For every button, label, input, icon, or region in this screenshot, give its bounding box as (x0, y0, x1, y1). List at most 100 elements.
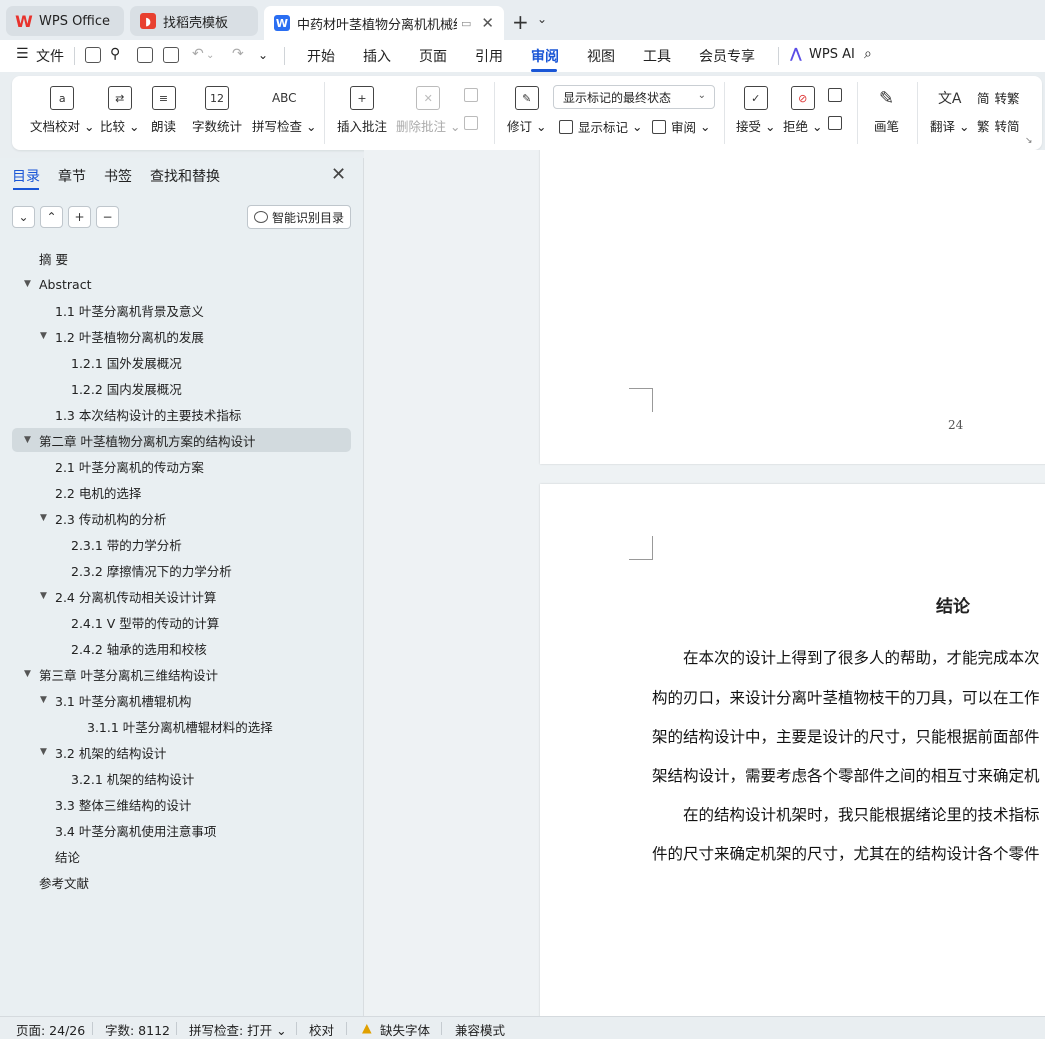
toc-item[interactable]: 2.3.1 带的力学分析 (71, 532, 182, 556)
expand-arrow-icon[interactable]: ▼ (40, 591, 47, 601)
compat-mode-indicator[interactable]: 兼容模式 (455, 1020, 505, 1039)
word-count-button[interactable]: 12 字数统计 (192, 86, 242, 135)
show-markup-button[interactable]: 显示标记 ⌄ (559, 117, 642, 136)
toc-item[interactable]: ▼ Abstract (24, 272, 91, 296)
menu-reference[interactable]: 引用 (475, 46, 503, 66)
expand-up-button[interactable]: ⌃ (40, 206, 63, 228)
toc-item[interactable]: 1.1 叶茎分离机背景及意义 (55, 298, 204, 322)
menu-page[interactable]: 页面 (419, 46, 447, 66)
menu-file[interactable]: 文件 (36, 46, 64, 66)
toc-item[interactable]: 2.4.2 轴承的选用和校核 (71, 636, 207, 660)
tab-template[interactable]: ◗ 找稻壳模板 (130, 6, 258, 36)
toc-item[interactable]: 2.1 叶茎分离机的传动方案 (55, 454, 204, 478)
expand-arrow-icon[interactable]: ▼ (24, 279, 31, 289)
next-comment-icon[interactable] (464, 116, 483, 130)
chevron-down-icon[interactable]: ⌄ (258, 48, 268, 62)
toc-item[interactable]: 参考文献 (39, 870, 89, 894)
menu-wps-ai[interactable]: WPS AI (809, 47, 855, 62)
proof-indicator[interactable]: 校对 (309, 1020, 334, 1039)
save-icon[interactable] (85, 47, 101, 63)
markup-state-select[interactable]: 显示标记的最终状态 ⌄ (553, 85, 715, 109)
accept-button[interactable]: ✓ 接受 ⌄ (736, 86, 775, 135)
toc-item[interactable]: 2.3.2 摩擦情况下的力学分析 (71, 558, 232, 582)
menu-membership[interactable]: 会员专享 (699, 46, 755, 66)
toc-item[interactable]: 3.3 整体三维结构的设计 (55, 792, 191, 816)
toc-item[interactable]: 3.1.1 叶茎分离机槽辊材料的选择 (87, 714, 273, 738)
tab-bookmarks[interactable]: 书签 (104, 166, 132, 186)
toc-item[interactable]: ▼ 3.2 机架的结构设计 (40, 740, 166, 764)
toc-item[interactable]: 摘 要 (39, 246, 68, 270)
toc-item[interactable]: 2.2 电机的选择 (55, 480, 141, 504)
smart-toc-button[interactable]: 智能识别目录 (247, 205, 351, 229)
review-pane-button[interactable]: 审阅 ⌄ (652, 117, 710, 136)
expand-arrow-icon[interactable]: ▼ (24, 435, 31, 445)
collapse-all-button[interactable]: ⌄ (12, 206, 35, 228)
close-panel-icon[interactable]: ✕ (331, 164, 346, 185)
reject-button[interactable]: ⊘ 拒绝 ⌄ (783, 86, 822, 135)
search-icon[interactable]: ⌕ (864, 46, 872, 62)
hamburger-icon[interactable]: ☰ (16, 46, 29, 62)
undo-icon[interactable]: ↶ (192, 46, 204, 62)
print-icon[interactable] (137, 47, 153, 63)
chevron-down-icon[interactable]: ⌄ (206, 50, 214, 61)
spell-check-indicator[interactable]: 拼写检查: 打开 ⌄ (189, 1020, 287, 1039)
menu-start[interactable]: 开始 (307, 46, 335, 66)
remove-heading-button[interactable]: − (96, 206, 119, 228)
ribbon-expand-icon[interactable]: ↘ (1025, 136, 1033, 146)
expand-arrow-icon[interactable]: ▼ (40, 695, 47, 705)
expand-arrow-icon[interactable]: ▼ (40, 747, 47, 757)
previous-change-icon[interactable] (828, 88, 847, 102)
wps-ai-icon[interactable]: ⋀ (790, 46, 802, 62)
toc-item[interactable]: ▼ 2.3 传动机构的分析 (40, 506, 166, 530)
new-tab-icon[interactable]: + (512, 10, 529, 34)
translate-button[interactable]: 文A 翻译 ⌄ (930, 86, 969, 135)
close-tab-icon[interactable]: ✕ (481, 14, 494, 32)
ink-button[interactable]: ✎ 画笔 (874, 86, 899, 135)
toc-item[interactable]: 1.2.1 国外发展概况 (71, 350, 182, 374)
expand-arrow-icon[interactable]: ▼ (24, 669, 31, 679)
toc-item[interactable]: 1.2.2 国内发展概况 (71, 376, 182, 400)
tab-find-replace[interactable]: 查找和替换 (150, 166, 220, 186)
track-changes-button[interactable]: ✎ 修订 ⌄ (507, 86, 546, 135)
missing-font-indicator[interactable]: 缺失字体 (380, 1020, 430, 1039)
tab-wps-office[interactable]: W WPS Office (6, 6, 124, 36)
delete-comment-button[interactable]: ✕ 删除批注 ⌄ (396, 86, 460, 135)
compare-button[interactable]: ⇄ 比较 ⌄ (100, 86, 139, 135)
toc-item[interactable]: 3.4 叶茎分离机使用注意事项 (55, 818, 216, 842)
toc-item[interactable]: ▼ 第二章 叶茎植物分离机方案的结构设计 (24, 428, 255, 452)
toc-item[interactable]: 结论 (55, 844, 80, 868)
toc-item[interactable]: ▼ 1.2 叶茎植物分离机的发展 (40, 324, 204, 348)
next-change-icon[interactable] (828, 116, 847, 130)
toc-item[interactable]: ▼ 2.4 分离机传动相关设计计算 (40, 584, 216, 608)
tab-sections[interactable]: 章节 (58, 166, 86, 186)
word-count-indicator[interactable]: 字数: 8112 (105, 1020, 170, 1039)
read-aloud-button[interactable]: ≡ 朗读 (151, 86, 176, 135)
expand-arrow-icon[interactable]: ▼ (40, 513, 47, 523)
previous-comment-icon[interactable] (464, 88, 483, 102)
toc-item[interactable]: 2.4.1 V 型带的传动的计算 (71, 610, 219, 634)
redo-icon[interactable]: ↷ (232, 46, 244, 62)
chevron-down-icon[interactable]: ⌄ (537, 12, 547, 26)
insert-comment-button[interactable]: + 插入批注 (337, 86, 387, 135)
add-heading-button[interactable]: + (68, 206, 91, 228)
document-page[interactable]: 结论 在本次的设计上得到了很多人的帮助，才能完成本次 构的刃口，来设计分离叶茎植… (540, 484, 1045, 1016)
to-traditional-button[interactable]: 简转繁 (977, 88, 1020, 107)
tab-toc[interactable]: 目录 (12, 166, 40, 186)
menu-tools[interactable]: 工具 (643, 46, 671, 66)
toc-item[interactable]: ▼ 第三章 叶茎分离机三维结构设计 (24, 662, 218, 686)
doc-check-button[interactable]: a 文档校对 ⌄ (30, 86, 94, 135)
tab-document[interactable]: W 中药材叶茎植物分离机机械结构设计 ▭ ✕ (264, 6, 504, 40)
menu-view[interactable]: 视图 (587, 46, 615, 66)
share-icon[interactable]: ⚲ (110, 46, 120, 62)
to-simplified-button[interactable]: 繁转简 (977, 116, 1020, 135)
spell-check-button[interactable]: ABC 拼写检查 ⌄ (252, 86, 316, 135)
print-preview-icon[interactable] (163, 47, 179, 63)
toc-item[interactable]: ▼ 3.1 叶茎分离机槽辊机构 (40, 688, 191, 712)
toc-item[interactable]: 3.2.1 机架的结构设计 (71, 766, 194, 790)
menu-review[interactable]: 审阅 (531, 46, 559, 66)
page-indicator[interactable]: 页面: 24/26 (16, 1020, 85, 1039)
monitor-icon[interactable]: ▭ (461, 17, 471, 30)
menu-insert[interactable]: 插入 (363, 46, 391, 66)
toc-item[interactable]: 1.3 本次结构设计的主要技术指标 (55, 402, 241, 426)
expand-arrow-icon[interactable]: ▼ (40, 331, 47, 341)
